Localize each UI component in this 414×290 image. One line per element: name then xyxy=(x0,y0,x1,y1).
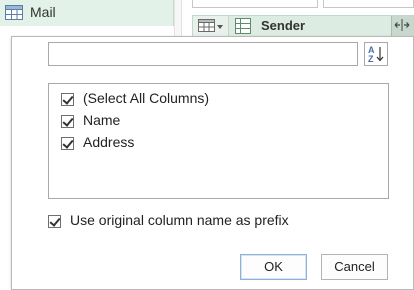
column-type-button[interactable] xyxy=(193,16,229,36)
column-table-icon xyxy=(235,18,251,37)
query-name: Mail xyxy=(30,4,56,20)
chevron-down-icon xyxy=(217,25,223,29)
prefix-option[interactable]: Use original column name as prefix xyxy=(48,212,388,232)
column-search-input[interactable] xyxy=(48,42,358,66)
column-header-label: Sender xyxy=(261,18,306,33)
table-type-icon xyxy=(198,19,215,35)
expand-columns-popup: A Z (Select All Columns) Name Address Us… xyxy=(11,36,414,290)
expand-column-icon xyxy=(392,19,412,37)
prefix-checkbox[interactable] xyxy=(48,215,61,228)
svg-text:Z: Z xyxy=(368,54,374,64)
select-all-checkbox[interactable] xyxy=(61,93,74,106)
address-checkbox[interactable] xyxy=(61,137,74,150)
list-item-label: (Select All Columns) xyxy=(83,90,210,106)
list-item-label: Address xyxy=(83,134,135,150)
sort-az-icon: A Z xyxy=(365,45,387,68)
name-checkbox[interactable] xyxy=(61,115,74,128)
table-icon xyxy=(5,5,23,23)
ok-button[interactable]: OK xyxy=(240,254,307,280)
formula-bar-field xyxy=(192,0,318,8)
pane-splitter[interactable] xyxy=(174,0,182,36)
prefix-option-label: Use original column name as prefix xyxy=(70,212,289,228)
expand-column-button[interactable] xyxy=(391,16,413,36)
list-item-label: Name xyxy=(83,112,121,128)
column-list: (Select All Columns) Name Address xyxy=(48,83,389,199)
cancel-button[interactable]: Cancel xyxy=(321,254,388,280)
sort-button[interactable]: A Z xyxy=(364,42,388,66)
column-header-sender[interactable]: Sender xyxy=(192,15,414,37)
query-item-mail[interactable]: Mail xyxy=(0,0,174,26)
query-settings-field xyxy=(323,0,414,8)
